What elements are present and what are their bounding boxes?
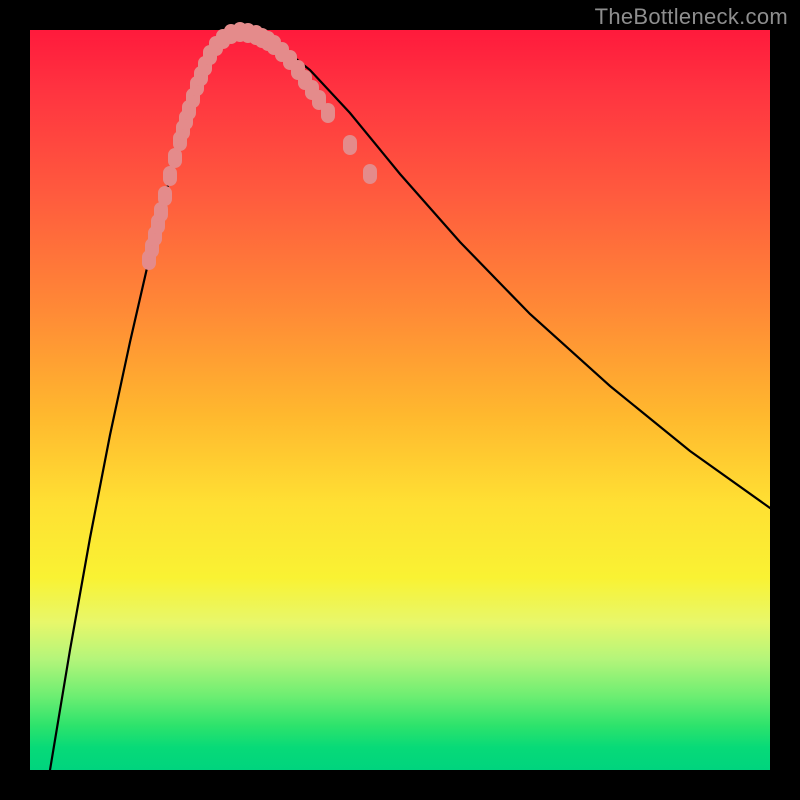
marker-dot	[321, 103, 335, 123]
marker-dot	[163, 166, 177, 186]
marker-dot	[343, 135, 357, 155]
marker-dot	[168, 148, 182, 168]
marker-group	[142, 22, 377, 270]
curve-path	[50, 32, 770, 770]
chart-svg	[30, 30, 770, 770]
marker-dot	[363, 164, 377, 184]
chart-frame: TheBottleneck.com	[0, 0, 800, 800]
bottleneck-curve	[50, 32, 770, 770]
watermark-text: TheBottleneck.com	[595, 4, 788, 30]
marker-dot	[158, 186, 172, 206]
plot-area	[30, 30, 770, 770]
